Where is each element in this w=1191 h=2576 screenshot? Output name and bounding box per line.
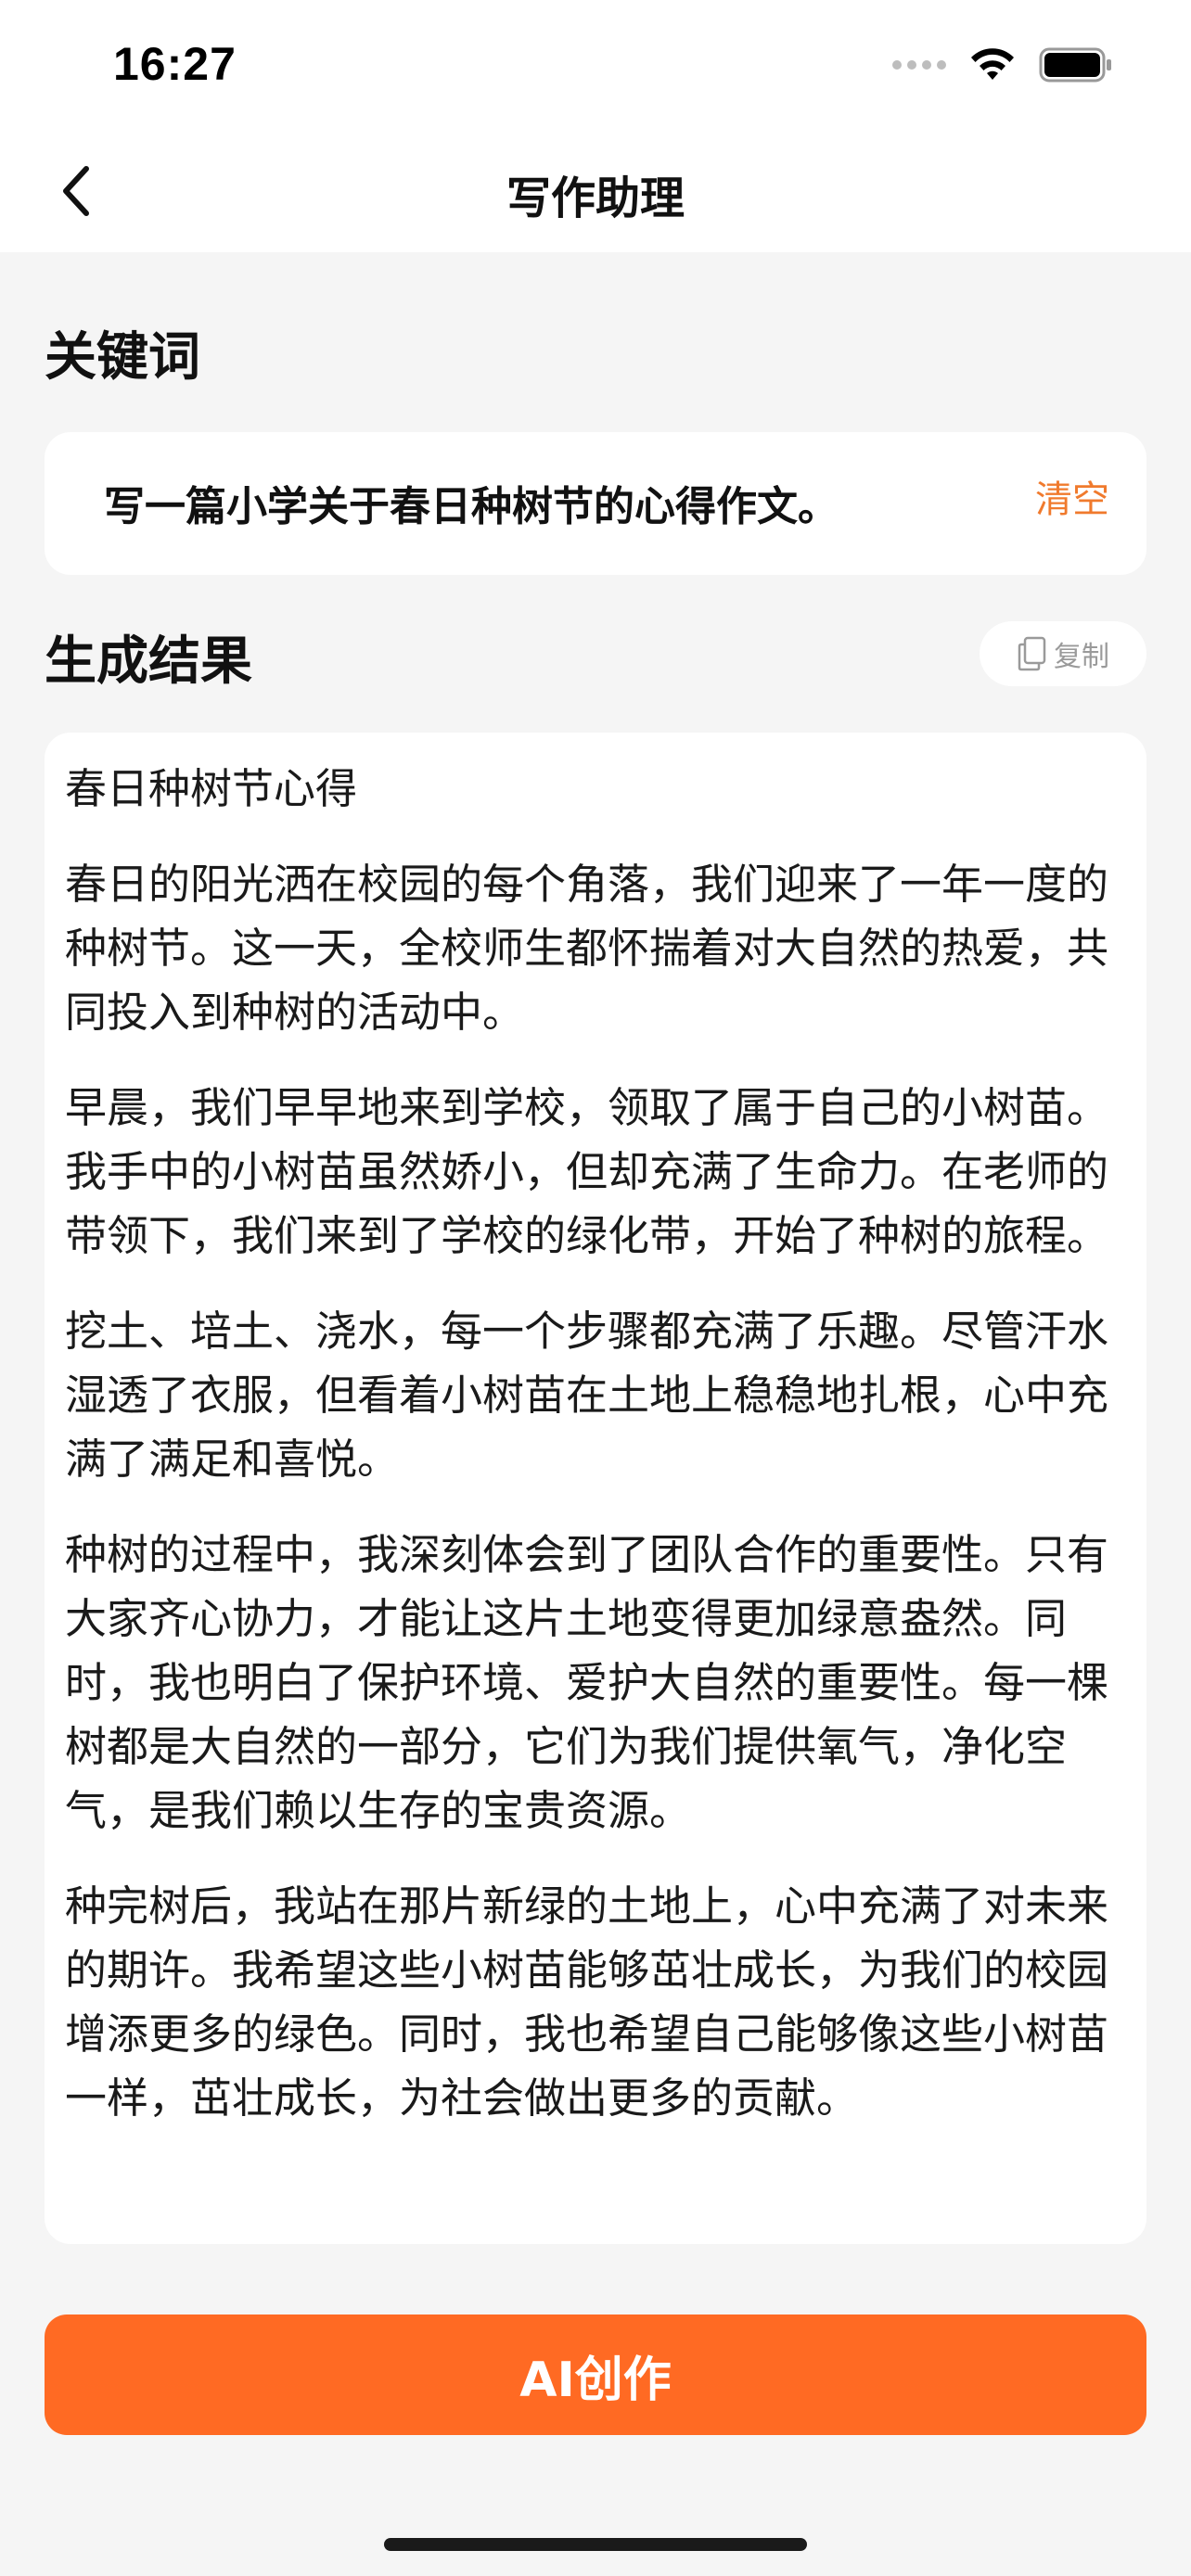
cellular-signal-icon	[892, 60, 946, 70]
nav-bar: 写作助理	[0, 139, 1191, 252]
result-paragraph: 挖土、培土、浇水，每一个步骤都充满了乐趣。尽管汗水湿透了衣服，但看着小树苗在土地…	[65, 1307, 1109, 1484]
status-icons	[892, 46, 1113, 83]
keyword-text: 写一篇小学关于春日种树节的心得作文。	[104, 483, 839, 530]
ai-create-button[interactable]: AI创作	[45, 2315, 1146, 2435]
home-indicator[interactable]	[384, 2538, 807, 2551]
copy-icon	[1018, 636, 1046, 671]
copy-label: 复制	[1054, 641, 1109, 673]
result-paragraph: 种完树后，我站在那片新绿的土地上，心中充满了对未来的期许。我希望这些小树苗能够茁…	[65, 1881, 1109, 2123]
page-title: 写作助理	[506, 172, 685, 224]
wifi-icon	[971, 48, 1014, 80]
status-bar: 16:27	[0, 0, 1191, 139]
battery-icon	[1039, 47, 1111, 83]
result-body: 春日种树节心得 春日的阳光洒在校园的每个角落，我们迎来了一年一度的种树节。这一天…	[45, 733, 1146, 2154]
top-area: 16:27 写作助理	[0, 0, 1191, 252]
result-paragraph: 春日的阳光洒在校园的每个角落，我们迎来了一年一度的种树节。这一天，全校师生都怀揣…	[65, 860, 1109, 1037]
result-card: 春日种树节心得 春日的阳光洒在校园的每个角落，我们迎来了一年一度的种树节。这一天…	[45, 733, 1146, 2244]
result-section-title: 生成结果	[45, 631, 252, 692]
clear-button[interactable]: 清空	[1035, 469, 1109, 523]
status-time: 16:27	[113, 38, 237, 90]
copy-button[interactable]: 复制	[980, 621, 1146, 686]
keyword-card[interactable]: 写一篇小学关于春日种树节的心得作文。 清空	[45, 432, 1146, 575]
keyword-section-title: 关键词	[45, 327, 200, 388]
result-paragraph: 种树的过程中，我深刻体会到了团队合作的重要性。只有大家齐心协力，才能让这片土地变…	[65, 1530, 1109, 1835]
result-paragraph: 早晨，我们早早地来到学校，领取了属于自己的小树苗。我手中的小树苗虽然娇小，但却充…	[65, 1083, 1109, 1260]
result-paragraph: 春日种树节心得	[65, 764, 358, 813]
